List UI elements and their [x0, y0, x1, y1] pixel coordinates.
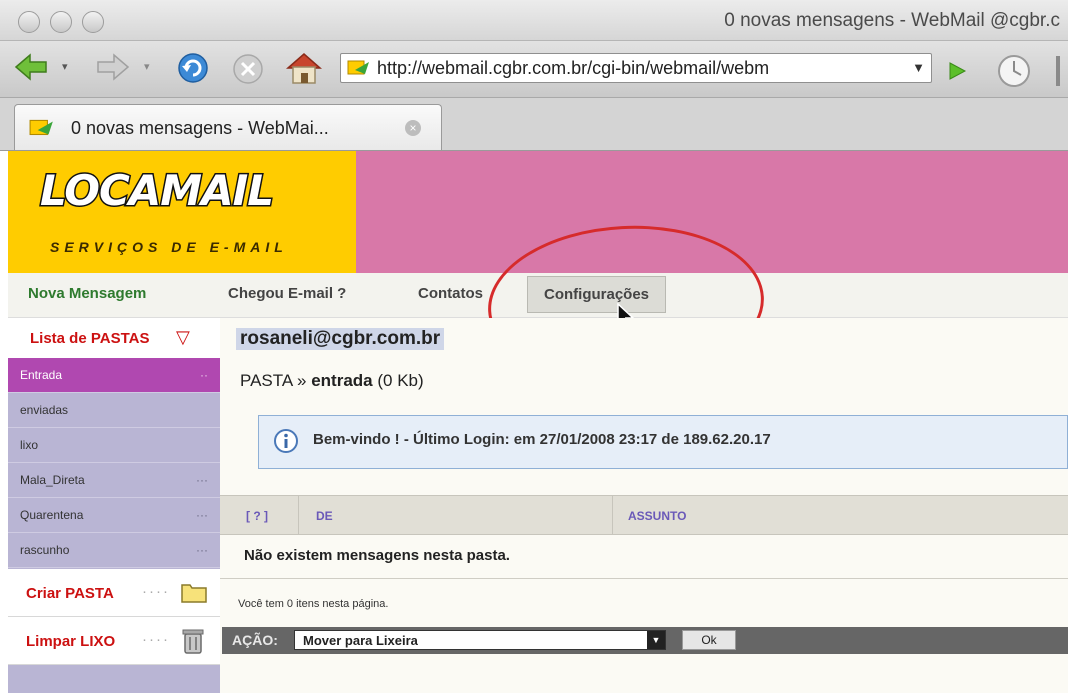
close-window-button[interactable] [18, 11, 40, 33]
folder-dots-icon: ··· [196, 543, 208, 557]
folder-item-entrada[interactable]: Entrada ·· [8, 358, 220, 393]
menu-check-mail[interactable]: Chegou E-mail ? [228, 285, 346, 302]
folder-dots-icon: ··· [196, 508, 208, 522]
menu-contacts[interactable]: Contatos [418, 285, 483, 302]
go-arrow-icon[interactable] [946, 60, 968, 82]
window-title: 0 novas mensagens - WebMail @cgbr.c [724, 10, 1060, 31]
zoom-window-button[interactable] [82, 11, 104, 33]
action-label: AÇÃO: [232, 632, 278, 648]
folder-item-mala-direta[interactable]: Mala_Direta ··· [8, 463, 220, 498]
column-subject[interactable]: ASSUNTO [628, 509, 686, 523]
site-favicon-icon [347, 60, 369, 75]
history-clock-icon[interactable] [996, 53, 1032, 89]
column-help[interactable]: [ ? ] [246, 509, 268, 523]
back-arrow-icon[interactable] [14, 52, 48, 82]
create-folder-button[interactable]: Criar PASTA ···· [8, 569, 220, 617]
folder-name: Quarentena [20, 508, 84, 522]
action-bar: AÇÃO: Mover para Lixeira ▼ Ok [222, 627, 1068, 654]
welcome-text: Bem-vindo ! - Último Login: em 27/01/200… [313, 431, 771, 448]
dotted-leader: ···· [142, 631, 170, 648]
stop-icon[interactable] [232, 53, 264, 85]
forward-history-dropdown-icon[interactable]: ▾ [144, 60, 150, 73]
back-history-dropdown-icon[interactable]: ▾ [62, 60, 68, 73]
tab-favicon-icon [29, 119, 53, 136]
column-from[interactable]: DE [316, 509, 333, 523]
folder-name: Mala_Direta [20, 473, 85, 487]
address-bar[interactable]: http://webmail.cgbr.com.br/cgi-bin/webma… [340, 53, 932, 83]
account-email: rosaneli@cgbr.com.br [236, 328, 445, 350]
info-icon [274, 429, 298, 453]
folder-item-rascunho[interactable]: rascunho ··· [8, 533, 220, 568]
message-table-header: [ ? ] DE ASSUNTO [220, 495, 1068, 535]
folder-name: lixo [20, 438, 39, 452]
folder-breadcrumb-prefix: PASTA » [240, 371, 307, 390]
column-divider [612, 496, 613, 534]
toolbar-separator [1056, 56, 1060, 86]
row-divider [220, 578, 1068, 579]
home-icon[interactable] [284, 50, 324, 86]
folder-name: rascunho [20, 543, 70, 557]
action-select[interactable]: Mover para Lixeira ▼ [294, 630, 666, 650]
folder-dots-icon: ·· [200, 368, 208, 382]
dotted-leader: ···· [142, 583, 170, 600]
empty-trash-label: Limpar LIXO [26, 633, 116, 650]
welcome-notice: Bem-vindo ! - Último Login: em 27/01/200… [258, 415, 1068, 469]
chevron-down-icon[interactable]: ▼ [647, 631, 665, 649]
tab-label: 0 novas mensagens - WebMai... [71, 118, 329, 138]
trash-can-icon [182, 629, 204, 654]
action-select-value: Mover para Lixeira [303, 633, 418, 648]
logo-subtitle: SERVIÇOS DE E-MAIL [50, 239, 288, 255]
ok-button[interactable]: Ok [682, 630, 736, 650]
folder-item-quarentena[interactable]: Quarentena ··· [8, 498, 220, 533]
tab-close-icon[interactable]: × [405, 120, 421, 136]
folder-list-header[interactable]: Lista de PASTAS ▽ [8, 318, 220, 359]
current-folder-name: entrada [311, 371, 373, 390]
collapse-triangle-icon[interactable]: ▽ [176, 327, 190, 348]
url-history-dropdown-icon[interactable]: ▼ [912, 60, 925, 75]
folder-breadcrumb: PASTA » entrada (0 Kb) [240, 371, 424, 391]
folder-list-title: Lista de PASTAS [30, 330, 150, 347]
tab-webmail[interactable]: 0 novas mensagens - WebMai... × [14, 104, 442, 150]
empty-folder-message: Não existem mensagens nesta pasta. [244, 547, 510, 564]
create-folder-label: Criar PASTA [26, 585, 114, 602]
url-text[interactable]: http://webmail.cgbr.com.br/cgi-bin/webma… [377, 58, 897, 79]
empty-trash-button[interactable]: Limpar LIXO ···· [8, 617, 220, 665]
minimize-window-button[interactable] [50, 11, 72, 33]
folder-icon [181, 584, 207, 603]
folder-size: (0 Kb) [377, 371, 424, 390]
folder-dots-icon: ··· [196, 473, 208, 487]
menu-new-message[interactable]: Nova Mensagem [28, 285, 146, 302]
folder-item-enviadas[interactable]: enviadas [8, 393, 220, 428]
column-divider [298, 496, 299, 534]
folder-item-lixo[interactable]: lixo [8, 428, 220, 463]
reload-icon[interactable] [176, 52, 210, 84]
locamail-logo: LOCAMAIL [39, 165, 276, 217]
folder-name: enviadas [20, 403, 69, 417]
forward-arrow-icon[interactable] [96, 52, 130, 82]
folder-name: Entrada [20, 368, 63, 382]
items-count: Você tem 0 itens nesta página. [238, 598, 389, 610]
